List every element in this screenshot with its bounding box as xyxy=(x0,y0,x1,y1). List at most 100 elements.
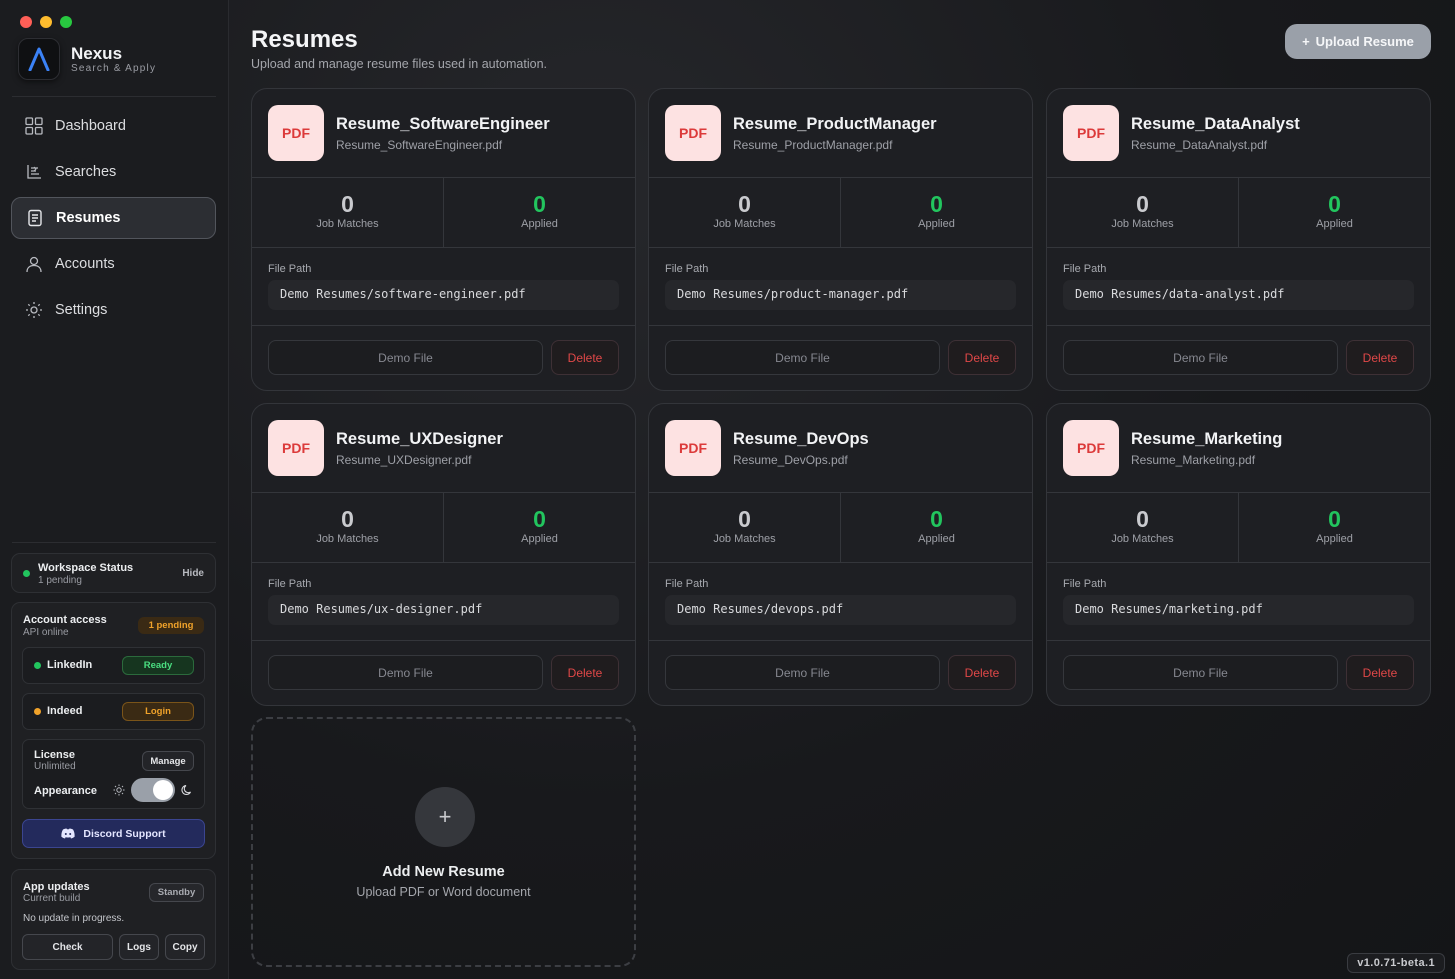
resume-card: PDF Resume_Marketing Resume_Marketing.pd… xyxy=(1046,403,1431,706)
license-title: License xyxy=(34,749,75,761)
sidebar-item-label: Settings xyxy=(55,302,108,318)
maximize-window-button[interactable] xyxy=(60,16,72,28)
applied-label: Applied xyxy=(521,533,558,545)
update-status-text: No update in progress. xyxy=(23,913,125,924)
sidebar-item-accounts[interactable]: Accounts xyxy=(11,243,216,285)
add-new-resume-subtitle: Upload PDF or Word document xyxy=(356,885,531,899)
manage-button[interactable]: Manage xyxy=(142,751,194,771)
resume-card-header: PDF Resume_DevOps Resume_DevOps.pdf xyxy=(649,404,1032,493)
logs-button[interactable]: Logs xyxy=(119,934,159,960)
standby-badge: Standby xyxy=(149,883,204,902)
resume-filename: Resume_DataAnalyst.pdf xyxy=(1131,138,1268,152)
account-access-panel: Account access API online 1 pending Link… xyxy=(11,602,216,859)
add-new-resume-card[interactable]: + Add New Resume Upload PDF or Word docu… xyxy=(251,717,636,967)
resume-name: Resume_UXDesigner xyxy=(336,430,503,448)
sidebar-divider xyxy=(12,96,216,97)
delete-button[interactable]: Delete xyxy=(1346,655,1414,690)
resume-name: Resume_ProductManager xyxy=(733,115,937,133)
applied-label: Applied xyxy=(1316,218,1353,230)
file-path-value: Demo Resumes/devops.pdf xyxy=(665,595,1016,625)
sidebar-divider xyxy=(12,542,216,543)
close-window-button[interactable] xyxy=(20,16,32,28)
resume-filename: Resume_ProductManager.pdf xyxy=(733,138,893,152)
applied-stat: 0 Applied xyxy=(443,178,635,247)
demo-file-button[interactable]: Demo File xyxy=(268,655,543,690)
delete-button[interactable]: Delete xyxy=(1346,340,1414,375)
card-divider xyxy=(649,325,1032,326)
resume-card: PDF Resume_DataAnalyst Resume_DataAnalys… xyxy=(1046,88,1431,391)
applied-stat: 0 Applied xyxy=(840,178,1032,247)
job-matches-stat: 0 Job Matches xyxy=(1047,178,1238,247)
applied-value: 0 xyxy=(1328,191,1341,217)
hide-button[interactable]: Hide xyxy=(182,568,204,579)
resume-card: PDF Resume_UXDesigner Resume_UXDesigner.… xyxy=(251,403,636,706)
demo-file-button[interactable]: Demo File xyxy=(665,655,940,690)
app-updates-title: App updates xyxy=(23,881,90,893)
job-matches-label: Job Matches xyxy=(316,218,379,230)
delete-button[interactable]: Delete xyxy=(551,655,619,690)
sidebar-item-dashboard[interactable]: Dashboard xyxy=(11,105,216,147)
file-path-value: Demo Resumes/product-manager.pdf xyxy=(665,280,1016,310)
workspace-status-panel: Workspace Status 1 pending Hide xyxy=(11,553,216,593)
resume-stats: 0 Job Matches 0 Applied xyxy=(252,178,635,248)
card-divider xyxy=(1047,325,1430,326)
demo-file-button[interactable]: Demo File xyxy=(268,340,543,375)
pdf-icon: PDF xyxy=(1063,420,1119,476)
sun-icon xyxy=(113,784,125,796)
card-divider xyxy=(1047,640,1430,641)
file-path-label: File Path xyxy=(665,578,709,590)
version-badge: v1.0.71-beta.1 xyxy=(1347,953,1445,973)
sidebar-item-searches[interactable]: Searches xyxy=(11,151,216,193)
delete-button[interactable]: Delete xyxy=(948,340,1016,375)
linkedin-row[interactable]: LinkedIn Ready xyxy=(22,647,205,684)
sidebar-item-settings[interactable]: Settings xyxy=(11,289,216,331)
job-matches-stat: 0 Job Matches xyxy=(252,178,443,247)
indeed-label: Indeed xyxy=(47,705,83,717)
applied-stat: 0 Applied xyxy=(1238,493,1430,562)
delete-button[interactable]: Delete xyxy=(948,655,1016,690)
job-matches-label: Job Matches xyxy=(713,533,776,545)
applied-value: 0 xyxy=(930,191,943,217)
linkedin-ready-badge: Ready xyxy=(122,656,194,675)
job-matches-value: 0 xyxy=(341,191,354,217)
resume-card-header: PDF Resume_DataAnalyst Resume_DataAnalys… xyxy=(1047,89,1430,178)
workspace-status-text: 1 pending xyxy=(38,575,82,586)
pdf-icon: PDF xyxy=(665,105,721,161)
job-matches-value: 0 xyxy=(738,191,751,217)
applied-label: Applied xyxy=(918,218,955,230)
resume-stats: 0 Job Matches 0 Applied xyxy=(1047,493,1430,563)
resume-card-header: PDF Resume_Marketing Resume_Marketing.pd… xyxy=(1047,404,1430,493)
job-matches-label: Job Matches xyxy=(1111,218,1174,230)
brand-subtitle: Search & Apply xyxy=(71,62,157,74)
indeed-login-button[interactable]: Login xyxy=(122,702,194,721)
delete-button[interactable]: Delete xyxy=(551,340,619,375)
resume-stats: 0 Job Matches 0 Applied xyxy=(252,493,635,563)
check-button[interactable]: Check xyxy=(22,934,113,960)
app-updates-panel: App updates Current build Standby No upd… xyxy=(11,869,216,970)
card-divider xyxy=(649,640,1032,641)
discord-support-button[interactable]: Discord Support xyxy=(22,819,205,848)
resume-card: PDF Resume_SoftwareEngineer Resume_Softw… xyxy=(251,88,636,391)
plus-icon: + xyxy=(415,787,475,847)
page-subtitle: Upload and manage resume files used in a… xyxy=(251,57,548,71)
sidebar-item-resumes[interactable]: Resumes xyxy=(11,197,216,239)
discord-support-label: Discord Support xyxy=(83,827,166,840)
pdf-icon: PDF xyxy=(665,420,721,476)
demo-file-button[interactable]: Demo File xyxy=(1063,655,1338,690)
file-path-label: File Path xyxy=(1063,263,1107,275)
file-path-value: Demo Resumes/ux-designer.pdf xyxy=(268,595,619,625)
file-path-label: File Path xyxy=(268,263,312,275)
minimize-window-button[interactable] xyxy=(40,16,52,28)
copy-button[interactable]: Copy xyxy=(165,934,205,960)
upload-resume-button[interactable]: + Upload Resume xyxy=(1285,24,1431,59)
resume-stats: 0 Job Matches 0 Applied xyxy=(649,493,1032,563)
applied-label: Applied xyxy=(918,533,955,545)
demo-file-button[interactable]: Demo File xyxy=(1063,340,1338,375)
search-list-icon xyxy=(27,165,41,179)
pdf-icon: PDF xyxy=(268,420,324,476)
appearance-toggle[interactable] xyxy=(131,778,175,802)
job-matches-stat: 0 Job Matches xyxy=(649,493,840,562)
demo-file-button[interactable]: Demo File xyxy=(665,340,940,375)
applied-value: 0 xyxy=(533,191,546,217)
indeed-row[interactable]: Indeed Login xyxy=(22,693,205,730)
